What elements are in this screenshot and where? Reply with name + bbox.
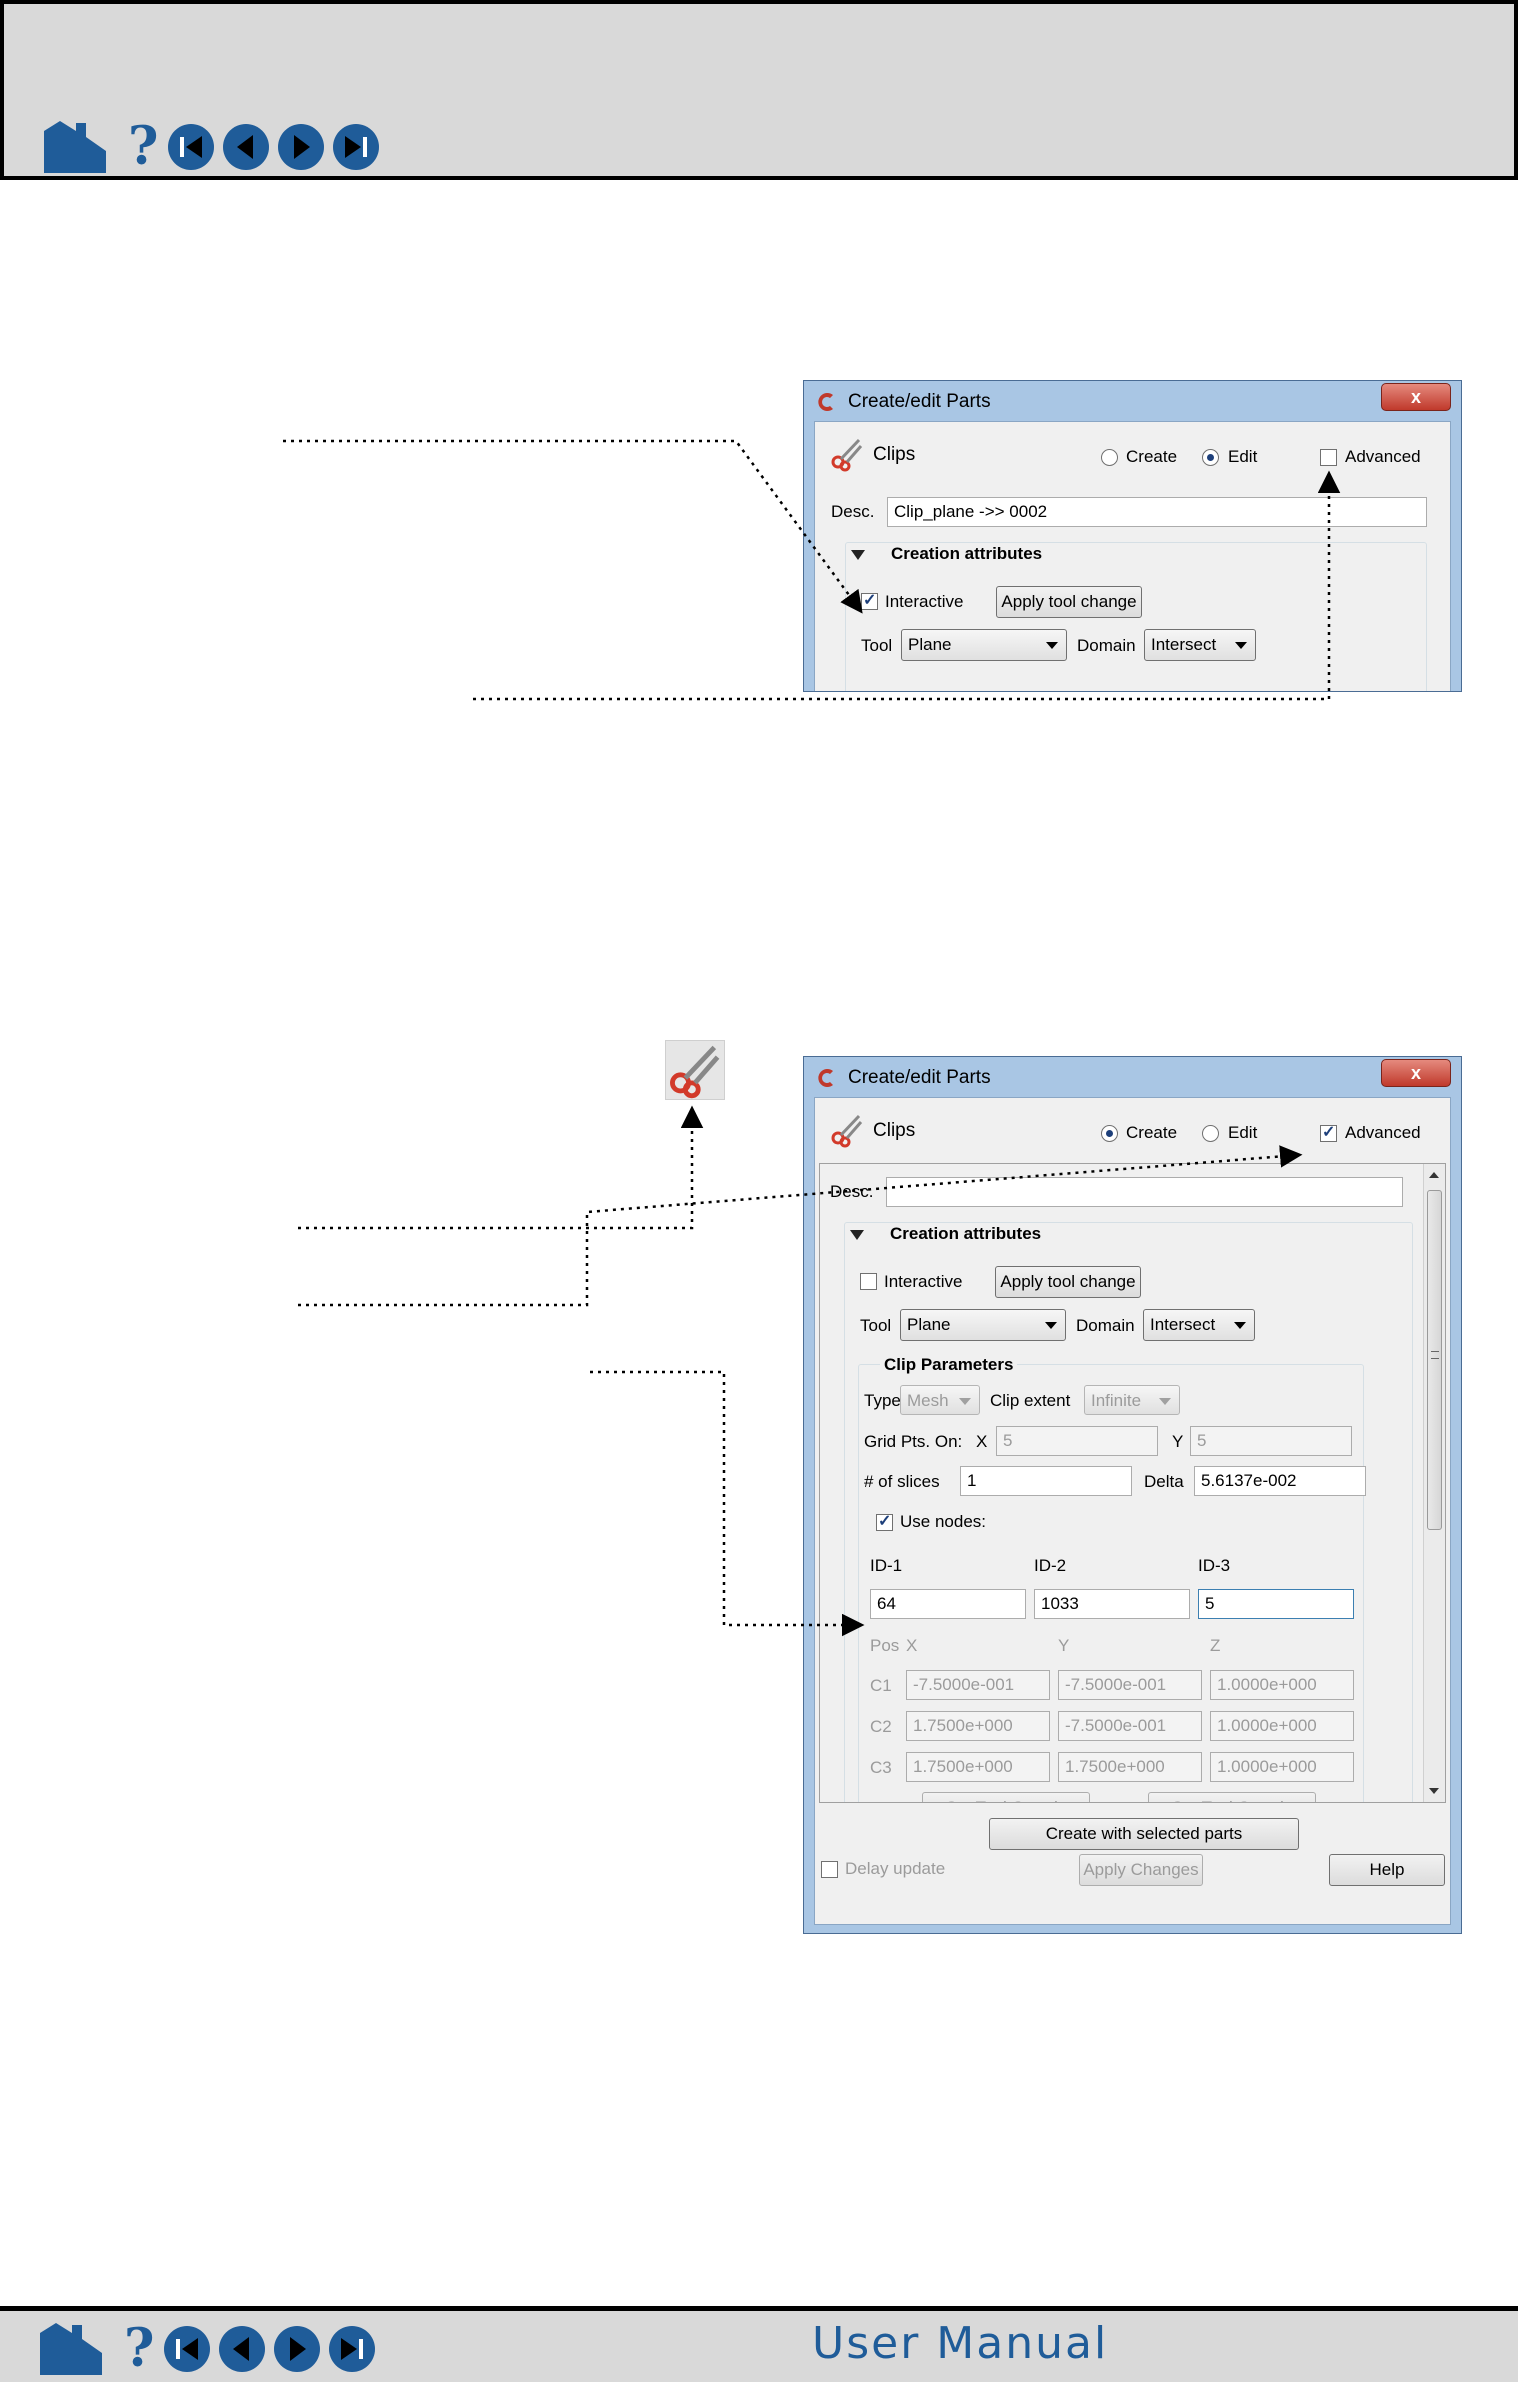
- callout-advanced-1: [473, 470, 1341, 701]
- previous-page-icon[interactable]: [219, 2326, 266, 2372]
- callout-interactive: [283, 439, 863, 614]
- help-icon[interactable]: ?: [124, 2323, 154, 2375]
- next-page-icon[interactable]: [274, 2326, 321, 2372]
- callout-advanced-2: [298, 1145, 1303, 1307]
- footer-bar: ?: [0, 2306, 1518, 2382]
- callout-lines: [283, 439, 1341, 1637]
- home-icon[interactable]: [36, 2321, 106, 2377]
- last-page-icon[interactable]: [329, 2326, 376, 2372]
- first-page-icon[interactable]: [164, 2326, 211, 2372]
- nav-toolbar: ?: [36, 2321, 384, 2377]
- callout-use-nodes: [590, 1370, 865, 1637]
- footer-title: User Manual: [812, 2318, 1109, 2369]
- callout-clip-icon: [298, 1105, 704, 1230]
